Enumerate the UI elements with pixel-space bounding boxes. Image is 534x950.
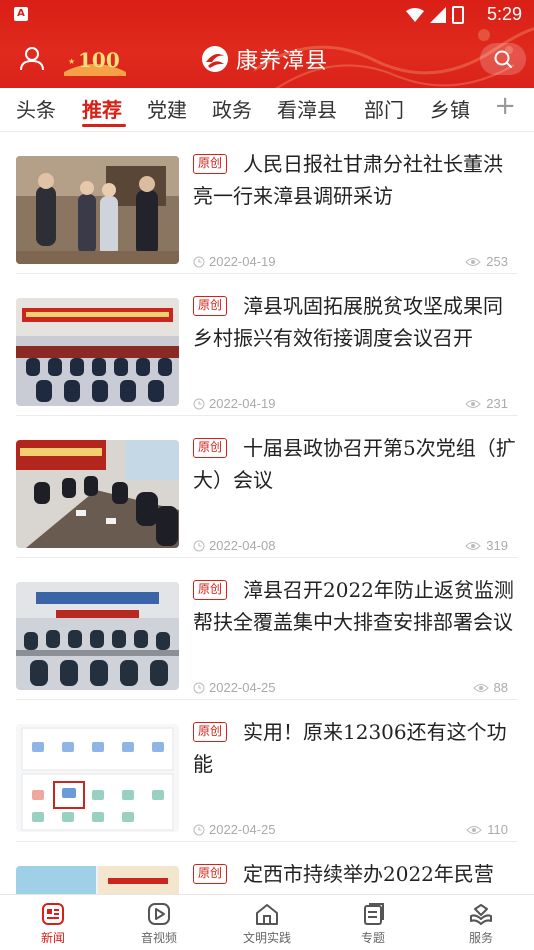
app-title: 康养漳县 — [236, 49, 329, 74]
news-title: 漳县巩固拓展脱贫攻坚成果同乡村振兴有效衔接调度会议召开 — [193, 294, 503, 350]
news-date: 2022-04-25 — [193, 680, 276, 695]
tab-view-zhangxian[interactable]: 看漳县 — [277, 94, 337, 123]
news-date: 2022-04-19 — [193, 254, 276, 269]
nav-video[interactable]: 音视频 — [114, 901, 204, 946]
eye-icon — [472, 683, 489, 692]
news-views-count: 88 — [493, 680, 508, 695]
nav-label: 专题 — [360, 931, 385, 945]
wifi-icon — [406, 8, 424, 22]
news-thumbnail — [16, 724, 179, 832]
eye-icon — [465, 541, 482, 550]
news-views-count: 319 — [486, 538, 508, 553]
tab-departments[interactable]: 部门 — [364, 94, 404, 123]
news-thumbnail — [16, 440, 179, 548]
anniversary-number: 100 — [78, 48, 120, 72]
user-profile-icon[interactable] — [18, 44, 46, 72]
news-list: 原创 人民日报社甘肃分社社长董洪亮一行来漳县调研采访 2022-04-19 25… — [0, 132, 534, 894]
news-title: 实用！原来12306还有这个功能 — [193, 720, 507, 776]
eye-icon — [465, 257, 482, 266]
clock-icon — [193, 682, 205, 693]
nav-news[interactable]: 新闻 — [8, 901, 98, 946]
news-thumbnail — [16, 298, 179, 406]
status-bar: A 5 5:29 — [0, 0, 534, 30]
news-item[interactable]: 原创 十届县政协召开第5次党组（扩大）会议 2022-04-08 319 — [16, 416, 518, 558]
eye-icon — [466, 825, 482, 834]
tab-party-building[interactable]: 党建 — [147, 94, 187, 123]
news-item[interactable]: 原创 人民日报社甘肃分社社长董洪亮一行来漳县调研采访 2022-04-19 25… — [16, 132, 518, 274]
active-tab-indicator — [82, 124, 126, 127]
svg-text:★: ★ — [68, 57, 75, 66]
nav-label: 服务 — [468, 931, 493, 945]
news-date-text: 2022-04-19 — [209, 254, 276, 269]
home-icon — [256, 904, 278, 925]
eye-icon — [465, 399, 482, 408]
tab-headline[interactable]: 头条 — [16, 94, 56, 123]
search-button[interactable] — [480, 43, 526, 75]
brand: 康养漳县 — [200, 44, 328, 74]
news-thumbnail — [16, 866, 179, 894]
news-date: 2022-04-25 — [193, 822, 276, 837]
clock-icon — [193, 824, 205, 835]
status-time: 5:29 — [486, 4, 522, 24]
topic-icon — [364, 903, 384, 925]
news-views: 231 — [465, 396, 508, 411]
news-icon — [42, 903, 64, 925]
news-title: 漳县召开2022年防止返贫监测帮扶全覆盖集中大排查安排部署会议 — [193, 578, 514, 634]
news-views-count: 253 — [486, 254, 508, 269]
brand-logo-icon — [202, 46, 228, 72]
news-date-text: 2022-04-25 — [209, 680, 276, 695]
app-notification-icon: A — [14, 7, 28, 21]
news-views-count: 110 — [487, 822, 508, 837]
app-header: A 5 5:29 ★ 100 康养漳县 — [0, 0, 534, 88]
news-item[interactable]: 原创 实用！原来12306还有这个功能 2022-04-25 110 — [16, 700, 518, 842]
news-views: 319 — [465, 538, 508, 553]
clock-icon — [193, 398, 205, 409]
tab-recommended[interactable]: 推荐 — [82, 94, 122, 123]
video-icon — [148, 903, 170, 925]
news-thumbnail — [16, 582, 179, 690]
news-views: 88 — [472, 680, 508, 695]
nav-label: 音视频 — [140, 931, 177, 945]
clock-icon — [193, 256, 205, 267]
party-anniversary-logo: ★ 100 — [64, 48, 126, 76]
news-title: 十届县政协召开第5次党组（扩大）会议 — [193, 436, 516, 492]
news-date: 2022-04-08 — [193, 538, 276, 553]
bottom-navigation: 新闻 音视频 文明实践 专题 服务 — [0, 894, 534, 950]
news-thumbnail — [16, 156, 179, 264]
status-icons: 5 — [406, 6, 464, 24]
news-item[interactable]: 原创 漳县召开2022年防止返贫监测帮扶全覆盖集中大排查安排部署会议 2022-… — [16, 558, 518, 700]
news-date-text: 2022-04-08 — [209, 538, 276, 553]
news-views-count: 231 — [486, 396, 508, 411]
tab-government[interactable]: 政务 — [212, 94, 252, 123]
clock-icon — [193, 540, 205, 551]
news-item[interactable]: 原创 定西市持续举办2022年民营 — [16, 842, 518, 894]
signal-icon — [430, 7, 446, 23]
nav-label: 文明实践 — [242, 931, 291, 945]
service-icon — [470, 904, 492, 925]
news-date-text: 2022-04-19 — [209, 396, 276, 411]
news-date: 2022-04-19 — [193, 396, 276, 411]
battery-icon: 5 — [452, 6, 464, 24]
news-title: 定西市持续举办2022年民营 — [243, 862, 494, 886]
tab-towns[interactable]: 乡镇 — [430, 94, 470, 123]
news-views: 110 — [466, 822, 508, 837]
nav-services[interactable]: 服务 — [436, 901, 526, 946]
news-date-text: 2022-04-25 — [209, 822, 276, 837]
category-tabs: 头条 推荐 党建 政务 看漳县 部门 乡镇 + — [0, 88, 534, 132]
add-tab-icon[interactable]: + — [494, 91, 516, 121]
battery-level: 5 — [455, 8, 461, 19]
nav-topics[interactable]: 专题 — [328, 901, 418, 946]
search-icon — [494, 50, 512, 68]
news-item[interactable]: 原创 漳县巩固拓展脱贫攻坚成果同乡村振兴有效衔接调度会议召开 2022-04-1… — [16, 274, 518, 416]
news-views: 253 — [465, 254, 508, 269]
nav-civilization-practice[interactable]: 文明实践 — [222, 901, 312, 946]
news-title: 人民日报社甘肃分社社长董洪亮一行来漳县调研采访 — [193, 152, 503, 208]
nav-label: 新闻 — [40, 931, 65, 945]
